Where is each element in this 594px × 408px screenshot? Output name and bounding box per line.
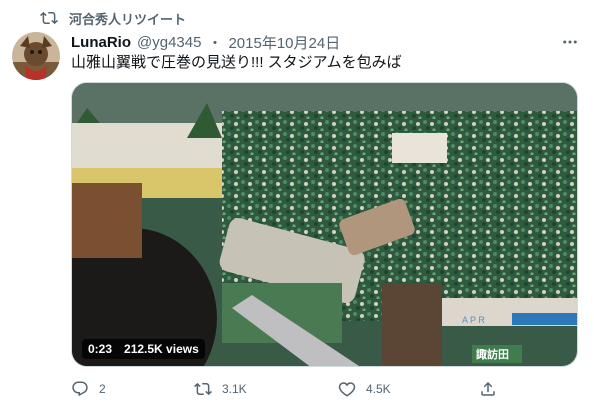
retweet-count: 3.1K [222, 382, 247, 396]
stand-sign-apr: A P R [462, 315, 485, 325]
share-icon [481, 381, 495, 396]
like-icon [338, 382, 356, 397]
tweet-actions: 2 3.1K 4.5K [71, 378, 571, 400]
retweet-icon [40, 11, 58, 25]
author-name[interactable]: LunaRio [71, 34, 131, 51]
reply-icon [72, 381, 88, 397]
author-handle[interactable]: @yg4345 [137, 34, 201, 51]
reply-count: 2 [99, 382, 106, 396]
video-info-badge: 0:23 212.5K views [82, 339, 205, 359]
more-button[interactable] [560, 32, 580, 52]
tweet-text: 山雅山翼戦で圧巻の見送り!!! スタジアムを包みば [71, 54, 402, 71]
video-views: 212.5K views [124, 342, 199, 356]
tweet-header: LunaRio @yg4345 ・ 2015年10月24日 [71, 32, 340, 52]
more-icon [563, 40, 577, 44]
video-duration: 0:23 [88, 342, 113, 356]
video-frame: A P R 諏訪田 [72, 83, 577, 366]
like-button[interactable]: 4.5K [338, 378, 391, 400]
retweet-button[interactable]: 3.1K [194, 378, 247, 400]
stand-sign-banner: 諏訪田 [476, 347, 509, 361]
tweet-date[interactable]: 2015年10月24日 [228, 32, 340, 53]
like-count: 4.5K [366, 382, 391, 396]
retweet-context[interactable]: 河合秀人リツイート [40, 8, 186, 28]
retweet-icon [194, 382, 212, 396]
reply-button[interactable]: 2 [71, 378, 106, 400]
avatar[interactable] [12, 32, 60, 80]
retweet-context-label: 河合秀人リツイート [69, 11, 187, 27]
separator-dot: ・ [207, 34, 223, 52]
share-button[interactable] [479, 378, 507, 400]
video-player[interactable]: A P R 諏訪田 0:23 212.5K views [71, 82, 578, 367]
